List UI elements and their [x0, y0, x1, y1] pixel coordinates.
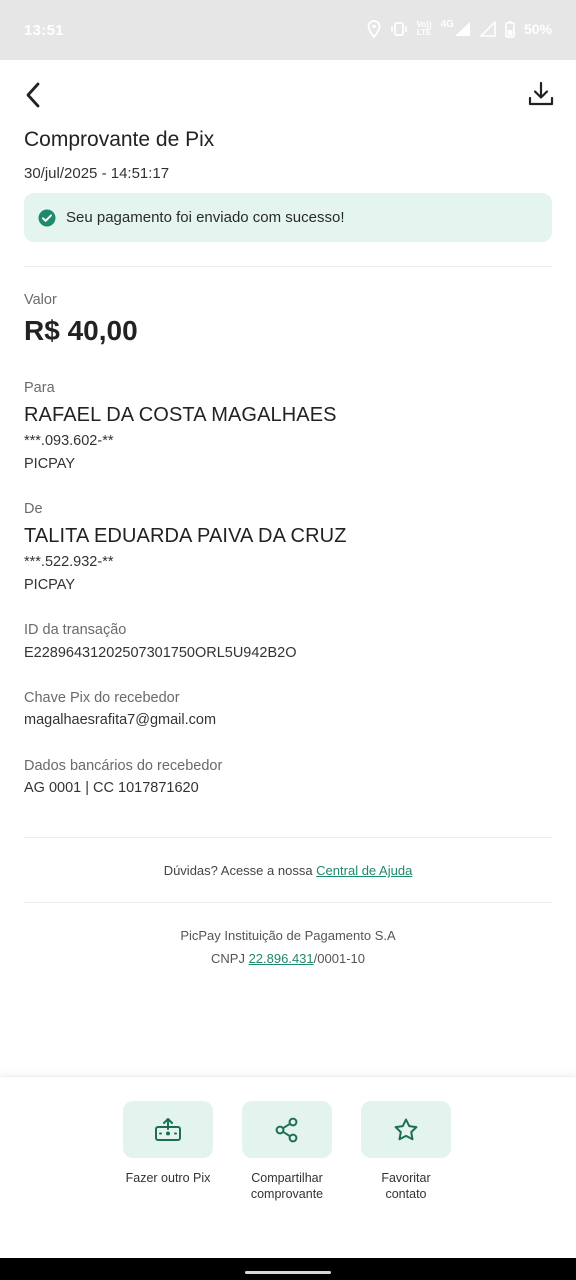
page-title: Comprovante de Pix — [24, 128, 215, 151]
divider — [24, 902, 552, 903]
download-button[interactable] — [526, 78, 556, 110]
pix-key-value: magalhaesrafita7@gmail.com — [24, 712, 217, 728]
company-cnpj: CNPJ 22.896.431/0001-10 — [0, 951, 576, 966]
recipient-label: Para — [24, 380, 55, 396]
payer-institution: PICPAY — [24, 577, 76, 593]
volte-indicator: Vo)) LTE — [417, 21, 432, 37]
payer-name: TALITA EDUARDA PAIVA DA CRUZ — [24, 525, 347, 547]
network-type: 4G — [440, 19, 454, 30]
amount-value: R$ 40,00 — [24, 315, 138, 346]
share-icon — [275, 1117, 298, 1142]
action-panel: Fazer outro Pix Compartilhar comprovante… — [0, 1076, 576, 1258]
recipient-institution: PICPAY — [24, 456, 76, 472]
success-message: Seu pagamento foi enviado com sucesso! — [66, 209, 345, 226]
company-name: PicPay Instituição de Pagamento S.A — [180, 928, 396, 943]
recipient-name: RAFAEL DA COSTA MAGALHAES — [24, 404, 337, 426]
favorite-contact-tile[interactable] — [361, 1101, 451, 1158]
transaction-datetime: 30/jul/2025 - 14:51:17 — [24, 165, 170, 182]
transaction-id-value: E22896431202507301750ORL5U942B2O — [24, 645, 297, 661]
new-pix-tile[interactable] — [123, 1101, 213, 1158]
new-pix-label: Fazer outro Pix — [118, 1170, 218, 1186]
favorite-contact-label-line2: contato — [385, 1187, 427, 1201]
battery-percent: 50% — [523, 21, 552, 37]
recipient-document: ***.093.602-** — [24, 433, 114, 449]
help-text: Dúvidas? Acesse a nossa Central de Ajuda — [0, 863, 576, 878]
battery-icon — [505, 20, 515, 38]
payer-document: ***.522.932-** — [24, 554, 114, 570]
vibrate-icon — [390, 21, 408, 37]
location-icon — [367, 20, 381, 38]
favorite-contact-button[interactable]: Favoritar contato — [356, 1101, 456, 1202]
volte-bottom: LTE — [416, 28, 432, 37]
status-icons: Vo)) LTE 4G 50% — [367, 20, 552, 38]
system-nav-bar — [0, 1258, 576, 1280]
divider — [24, 266, 552, 267]
home-gesture-handle[interactable] — [245, 1271, 331, 1274]
bank-data-label: Dados bancários do recebedor — [24, 758, 223, 774]
share-receipt-button[interactable]: Compartilhar comprovante — [237, 1101, 337, 1202]
divider — [24, 837, 552, 838]
bank-data-value: AG 0001 | CC 1017871620 — [24, 780, 199, 796]
download-icon — [528, 81, 554, 106]
amount-label: Valor — [24, 292, 57, 308]
favorite-contact-label-line1: Favoritar — [381, 1171, 431, 1185]
transaction-id-label: ID da transação — [24, 622, 127, 638]
check-circle-icon — [38, 209, 56, 226]
share-receipt-label-line1: Compartilhar — [251, 1171, 323, 1185]
share-receipt-label: Compartilhar comprovante — [237, 1170, 337, 1202]
new-pix-label-line1: Fazer outro Pix — [125, 1171, 211, 1185]
back-arrow-icon — [26, 82, 40, 108]
success-banner: Seu pagamento foi enviado com sucesso! — [24, 193, 552, 242]
share-receipt-tile[interactable] — [242, 1101, 332, 1158]
back-button[interactable] — [18, 78, 48, 112]
cnpj-link[interactable]: 22.896.431 — [249, 951, 314, 966]
star-icon — [394, 1118, 418, 1140]
payer-label: De — [24, 501, 43, 517]
pix-send-icon — [155, 1117, 181, 1141]
network-indicator: 4G — [440, 19, 471, 37]
cnpj-suffix: /0001-10 — [313, 951, 365, 966]
favorite-contact-label: Favoritar contato — [356, 1170, 456, 1202]
help-center-link[interactable]: Central de Ajuda — [316, 863, 412, 878]
pix-key-label: Chave Pix do recebedor — [24, 690, 180, 706]
status-bar: 13:51 Vo)) LTE 4G 50% — [0, 0, 576, 60]
signal-icon — [479, 21, 496, 37]
receipt-screen: Comprovante de Pix 30/jul/2025 - 14:51:1… — [0, 60, 576, 1258]
help-prefix: Dúvidas? Acesse a nossa — [163, 863, 317, 878]
status-time: 13:51 — [24, 22, 64, 39]
share-receipt-label-line2: comprovante — [250, 1187, 324, 1201]
cnpj-prefix: CNPJ — [211, 951, 249, 966]
new-pix-button[interactable]: Fazer outro Pix — [118, 1101, 218, 1186]
